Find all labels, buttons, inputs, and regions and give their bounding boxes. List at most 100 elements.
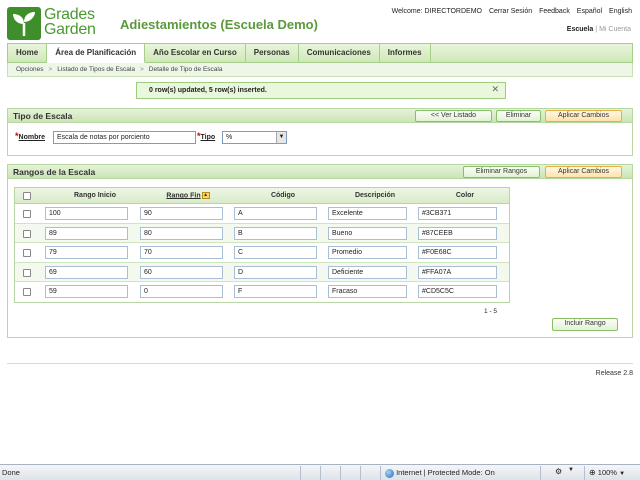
nav-planning[interactable]: Área de Planificación <box>47 44 146 63</box>
color-input[interactable]: #FFA07A <box>418 265 497 279</box>
color-input[interactable]: #3CB371 <box>418 207 497 220</box>
zoom-control[interactable]: ⊕ 100% ▼ <box>584 466 625 480</box>
lang-en-link[interactable]: English <box>609 8 632 15</box>
name-label-text: Nombre <box>18 134 45 141</box>
col-color[interactable]: Color <box>425 192 505 199</box>
zoom-icon: ⊕ <box>589 468 596 477</box>
range-start-input[interactable]: 89 <box>45 226 128 240</box>
row-checkbox[interactable] <box>23 268 31 277</box>
type-label-text: Tipo <box>200 134 216 141</box>
range-start-input[interactable]: 59 <box>45 285 128 298</box>
status-divider <box>300 466 301 480</box>
scale-type-panel: Tipo de Escala << Ver Listado Eliminar A… <box>7 108 633 156</box>
description-input[interactable]: Deficiente <box>328 265 407 279</box>
row-checkbox[interactable] <box>23 288 31 296</box>
color-input[interactable]: #F0E68C <box>418 246 497 259</box>
select-all-checkbox[interactable] <box>23 192 31 200</box>
lang-es-link[interactable]: Español <box>577 8 602 15</box>
account-separator: | <box>595 26 598 33</box>
col-range-end-label: Rango Fin <box>166 192 201 200</box>
ranges-title: Rangos de la Escala <box>13 167 96 177</box>
chevron-down-icon[interactable]: ▼ <box>276 132 286 143</box>
chevron-down-icon[interactable]: ▼ <box>619 471 625 477</box>
release-label: Release 2.8 <box>595 370 633 377</box>
nav-home[interactable]: Home <box>8 44 48 62</box>
type-select[interactable]: % ▼ <box>222 131 287 144</box>
status-message-text: 0 row(s) updated, 5 row(s) inserted. <box>149 87 267 94</box>
range-end-input[interactable]: 90 <box>140 207 223 220</box>
page-title: Adiestamientos (Escuela Demo) <box>120 17 318 32</box>
range-start-input[interactable]: 100 <box>45 207 128 220</box>
apply-ranges-button[interactable]: Aplicar Cambios <box>545 166 622 178</box>
nav-communications[interactable]: Comunicaciones <box>299 44 380 62</box>
range-end-input[interactable]: 0 <box>140 285 223 298</box>
col-range-end[interactable]: Rango Fin ▲ <box>148 192 228 199</box>
logo-line-2: Garden <box>44 21 96 38</box>
col-range-start[interactable]: Rango Inicio <box>55 192 135 199</box>
range-end-input[interactable]: 70 <box>140 246 223 259</box>
breadcrumb-current: Detalle de Tipo de Escala <box>148 66 223 73</box>
col-code[interactable]: Código <box>243 192 323 199</box>
top-links: Welcome: DIRECTORDEMO Cerrar Sesión Feed… <box>387 8 632 15</box>
row-checkbox[interactable] <box>23 229 31 238</box>
sort-asc-icon[interactable]: ▲ <box>201 192 210 199</box>
range-start-input[interactable]: 79 <box>45 246 128 259</box>
pager-text: 1 - 5 <box>484 308 498 315</box>
app-window: Grades Garden Adiestamientos (Escuela De… <box>0 0 640 464</box>
description-input[interactable]: Bueno <box>328 226 407 240</box>
range-start-input[interactable]: 69 <box>45 265 128 279</box>
table-row: 79 70 C Promedio #F0E68C <box>15 243 509 263</box>
description-input[interactable]: Fracaso <box>328 285 407 298</box>
code-input[interactable]: C <box>234 246 317 259</box>
nav-school-year[interactable]: Año Escolar en Curso <box>145 44 246 62</box>
my-account-link[interactable]: Mi Cuenta <box>599 26 631 33</box>
description-input[interactable]: Promedio <box>328 246 407 259</box>
breadcrumb-separator-icon: > <box>48 66 53 73</box>
color-input[interactable]: #87CEEB <box>418 226 497 240</box>
apply-changes-button[interactable]: Aplicar Cambios <box>545 110 622 122</box>
table-row: 59 0 F Fracaso #CD5C5C <box>15 282 509 302</box>
code-input[interactable]: F <box>234 285 317 298</box>
add-range-button[interactable]: Incluir Rango <box>552 318 618 331</box>
breadcrumb-scale-types[interactable]: Listado de Tipos de Escala <box>57 66 135 73</box>
breadcrumb-options[interactable]: Opciones <box>16 66 43 73</box>
security-zone-text: Internet | Protected Mode: On <box>396 468 495 477</box>
range-end-input[interactable]: 80 <box>140 226 223 240</box>
nav-people[interactable]: Personas <box>246 44 299 62</box>
nav-reports[interactable]: Informes <box>380 44 431 62</box>
status-divider <box>340 466 341 480</box>
scale-type-panel-header: Tipo de Escala << Ver Listado Eliminar A… <box>8 109 632 123</box>
main-nav: Home Área de Planificación Año Escolar e… <box>7 43 633 63</box>
view-list-button[interactable]: << Ver Listado <box>415 110 492 122</box>
table-row: 89 80 B Bueno #87CEEB <box>15 223 509 243</box>
type-label: *Tipo <box>197 131 215 141</box>
row-checkbox[interactable] <box>23 210 31 218</box>
security-zone[interactable]: Internet | Protected Mode: On <box>380 466 495 480</box>
color-input[interactable]: #CD5C5C <box>418 285 497 298</box>
delete-ranges-button[interactable]: Eliminar Rangos <box>463 166 540 178</box>
name-label: *Nombre <box>15 131 45 141</box>
close-icon[interactable]: ✕ <box>491 82 499 97</box>
description-input[interactable]: Excelente <box>328 207 407 220</box>
row-checkbox[interactable] <box>23 249 31 257</box>
ranges-panel: Rangos de la Escala Eliminar Rangos Apli… <box>7 164 633 338</box>
logout-link[interactable]: Cerrar Sesión <box>489 8 532 15</box>
code-input[interactable]: B <box>234 226 317 240</box>
feedback-link[interactable]: Feedback <box>539 8 570 15</box>
scale-type-title: Tipo de Escala <box>13 111 73 121</box>
delete-button[interactable]: Eliminar <box>496 110 541 122</box>
status-divider <box>540 466 541 480</box>
browser-status-bar: Done Internet | Protected Mode: On ⚙ ▼ ⊕… <box>0 464 640 480</box>
code-input[interactable]: D <box>234 265 317 279</box>
range-end-input[interactable]: 60 <box>140 265 223 279</box>
table-header: Rango Inicio Rango Fin ▲ Código Descripci… <box>15 188 509 204</box>
chevron-down-icon[interactable]: ▼ <box>568 467 574 473</box>
code-input[interactable]: A <box>234 207 317 220</box>
school-link[interactable]: Escuela <box>567 26 593 33</box>
status-message: 0 row(s) updated, 5 row(s) inserted. ✕ <box>136 82 506 99</box>
grades-garden-logo[interactable]: Grades Garden <box>7 7 114 40</box>
col-description[interactable]: Descripción <box>335 192 415 199</box>
name-input[interactable]: Escala de notas por porciento <box>53 131 196 144</box>
protected-mode-icon[interactable]: ⚙ <box>555 467 562 476</box>
table-row: 69 60 D Deficiente #FFA07A <box>15 262 509 282</box>
